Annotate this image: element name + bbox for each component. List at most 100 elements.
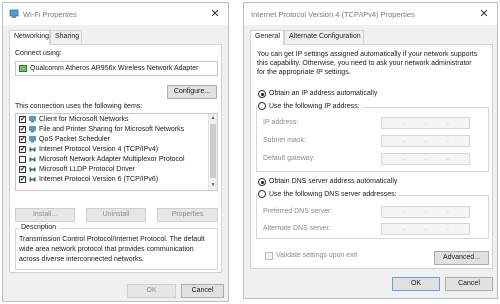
adapter-name: Qualcomm Atheros AR956x Wireless Network… [30,65,199,72]
item-checkbox[interactable]: ✔ [19,176,26,183]
item-checkbox[interactable]: ✔ [19,166,26,173]
network-client-icon [29,126,36,133]
close-icon[interactable]: ✕ [208,7,222,21]
ip-dot: . [447,155,449,162]
ipv4-properties-window: Internet Protocol Version 4 (TCP/IPv4) P… [243,2,498,299]
preferred-dns-field[interactable]: . . . [381,206,470,218]
ip-dot: . [403,137,405,144]
items-label: This connection uses the following items… [15,103,143,110]
scroll-thumb[interactable] [210,124,216,178]
validate-label: Validate settings upon exit [276,252,358,259]
ip-dot: . [403,225,405,232]
alternate-dns-label: Alternate DNS server: [263,225,332,232]
item-checkbox[interactable]: ✔ [19,146,26,153]
ip-address-field[interactable]: . . . [381,117,470,129]
item-checkbox[interactable]: ✔ [19,136,26,143]
intro-text-line: this capability. Otherwise, you need to … [257,60,472,67]
item-checkbox[interactable]: ✔ [19,116,26,123]
cancel-button[interactable]: Cancel [445,277,493,291]
obtain-dns-auto-label[interactable]: Obtain DNS server address automatically [269,178,397,185]
cancel-button[interactable]: Cancel [181,284,224,298]
tab-alternate-configuration[interactable]: Alternate Configuration [284,30,364,44]
ok-button[interactable]: OK [127,284,176,298]
ip-dot: . [447,137,449,144]
list-scrollbar[interactable]: ▲ ▼ [208,114,217,190]
uninstall-button[interactable]: Uninstall [86,208,146,222]
ip-dot: . [425,119,427,126]
ip-dot: . [425,137,427,144]
list-item[interactable]: ✔ File and Printer Sharing for Microsoft… [16,125,206,135]
item-label: Internet Protocol Version 4 (TCP/IPv4) [39,146,159,153]
item-label: Microsoft Network Adapter Multiplexor Pr… [39,156,185,163]
network-adapter-icon [9,9,19,18]
wifi-titlebar: Wi-Fi Properties ✕ [3,3,228,25]
networking-tab-panel: Connect using: Qualcomm Atheros AR956x W… [9,44,222,273]
ip-dot: . [403,119,405,126]
connect-using-label: Connect using: [15,50,62,57]
use-following-dns-label[interactable]: Use the following DNS server addresses: [269,191,397,198]
list-item[interactable]: ✔ Microsoft LLDP Protocol Driver [16,165,206,175]
tab-networking[interactable]: Networking [9,30,50,45]
obtain-dns-auto-radio[interactable] [258,178,266,186]
preferred-dns-label: Preferred DNS server: [263,208,333,215]
ip-dot: . [447,119,449,126]
use-following-ip-legend: Use the following IP address: [258,102,362,110]
list-item[interactable]: ✔ Client for Microsoft Networks [16,115,206,125]
ip-dot: . [403,155,405,162]
use-following-ip-radio[interactable] [258,102,266,110]
ip-dot: . [447,225,449,232]
ok-button[interactable]: OK [392,277,440,291]
default-gateway-field[interactable]: . . . [381,153,470,165]
item-label: Client for Microsoft Networks [39,116,129,123]
description-text-line: wide area network protocol that provides… [19,246,194,253]
list-item[interactable]: ✔ QoS Packet Scheduler [16,135,206,145]
window-title: Wi-Fi Properties [23,10,77,19]
static-ip-group: Use the following IP address: IP address… [256,102,489,172]
obtain-ip-auto-radio[interactable] [258,90,266,98]
ipv4-titlebar: Internet Protocol Version 4 (TCP/IPv4) P… [244,3,497,25]
list-item[interactable]: ✔ Internet Protocol Version 4 (TCP/IPv4) [16,145,206,155]
tab-sharing[interactable]: Sharing [50,30,82,44]
description-text-line: across diverse interconnected networks. [19,256,144,263]
configure-button[interactable]: Configure... [167,85,217,99]
obtain-ip-auto-label[interactable]: Obtain an IP address automatically [269,90,377,97]
advanced-button[interactable]: Advanced... [434,251,489,265]
use-following-dns-radio[interactable] [258,190,266,198]
item-checkbox[interactable] [19,156,26,163]
properties-button[interactable]: Properties [157,208,218,222]
default-gateway-label: Default gateway: [263,155,316,162]
description-label: Description [19,224,59,231]
ip-dot: . [425,225,427,232]
subnet-mask-field[interactable]: . . . [381,135,470,147]
ip-dot: . [403,208,405,215]
use-following-dns-legend: Use the following DNS server addresses: [258,190,399,198]
item-label: QoS Packet Scheduler [39,136,110,143]
install-button[interactable]: Install... [15,208,75,222]
protocol-icon [29,157,36,162]
scroll-up-icon[interactable]: ▲ [209,114,217,123]
item-checkbox[interactable]: ✔ [19,126,26,133]
general-tab-panel: You can get IP settings assigned automat… [250,44,493,269]
description-text-line: Transmission Control Protocol/Internet P… [19,236,205,243]
description-group: Description Transmission Control Protoco… [15,224,218,270]
list-item[interactable]: Microsoft Network Adapter Multiplexor Pr… [16,155,206,165]
intro-text-line: for the appropriate IP settings. [257,69,351,76]
item-label: File and Printer Sharing for Microsoft N… [39,126,185,133]
use-following-ip-label[interactable]: Use the following IP address: [269,103,360,110]
adapter-field: Qualcomm Atheros AR956x Wireless Network… [15,61,218,76]
tab-general[interactable]: General [250,30,284,45]
protocol-icon [29,177,36,182]
static-dns-group: Use the following DNS server addresses: … [256,190,489,239]
connection-items-list: ✔ Client for Microsoft Networks ✔ File a… [15,113,218,191]
validate-checkbox[interactable] [265,252,273,260]
close-icon[interactable]: ✕ [477,7,491,21]
network-client-icon [29,136,36,143]
protocol-icon [29,147,36,152]
protocol-icon [29,167,36,172]
wifi-properties-window: Wi-Fi Properties ✕ Networking Sharing Co… [2,2,229,302]
scroll-down-icon[interactable]: ▼ [209,181,217,190]
alternate-dns-field[interactable]: . . . [381,223,470,235]
list-item[interactable]: ✔ Internet Protocol Version 6 (TCP/IPv6) [16,175,206,185]
item-label: Internet Protocol Version 6 (TCP/IPv6) [39,176,159,183]
intro-text-line: You can get IP settings assigned automat… [257,51,478,58]
